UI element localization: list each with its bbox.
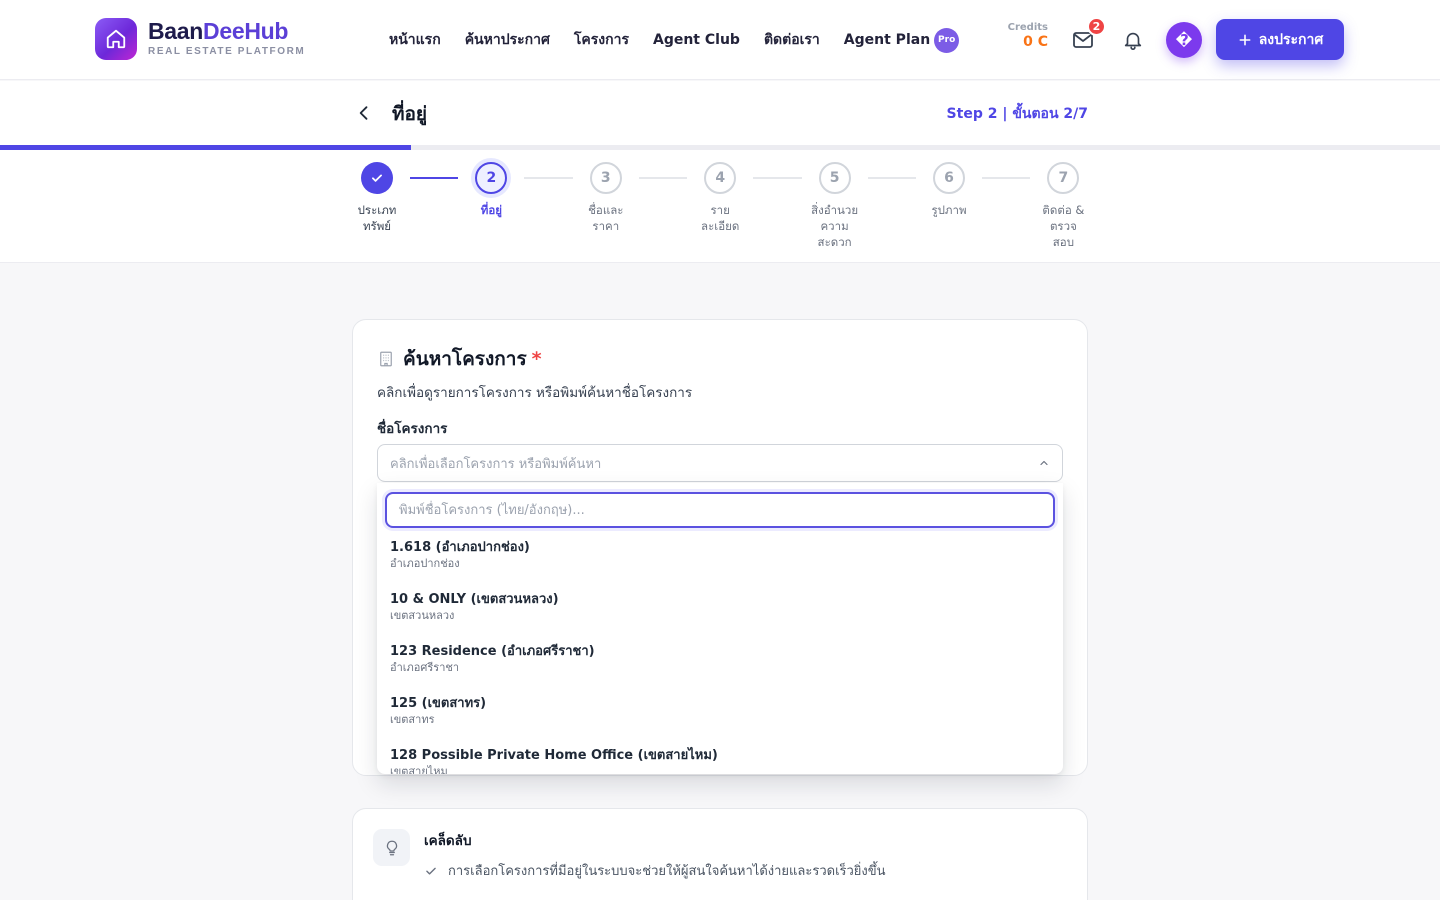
step-label: รูปภาพ — [931, 203, 967, 217]
step-circle — [361, 162, 393, 194]
post-listing-label: ลงประกาศ — [1258, 31, 1324, 48]
bell-icon — [1124, 32, 1142, 50]
project-option-district: เขตสายไหม — [390, 765, 448, 774]
step-number: 4 — [715, 170, 726, 186]
project-option[interactable]: 123 Residence (อำเภอศรีราชา) อำเภอศรีราชา — [377, 639, 1063, 691]
tips-card: เคล็ดลับ การเลือกโครงการที่มีอยู่ในระบบจ… — [352, 808, 1088, 900]
project-option[interactable]: 10 & ONLY (เขตสวนหลวง) เขตสวนหลวง — [377, 587, 1063, 639]
project-option-district: อำเภอปากช่อง — [390, 557, 460, 570]
brand-tagline: REAL ESTATE PLATFORM — [148, 46, 306, 57]
project-option[interactable]: 128 Possible Private Home Office (เขตสาย… — [377, 743, 1063, 774]
step-4[interactable]: 4 ราย ละเอียด — [680, 162, 760, 234]
project-name-label: ชื่อโครงการ — [377, 421, 448, 437]
nav-agent-club[interactable]: Agent Club — [653, 32, 740, 48]
card-title: ค้นหาโครงการ — [403, 348, 527, 370]
required-mark: * — [531, 348, 542, 370]
project-option-name: 125 (เขตสาทร) — [390, 696, 487, 711]
card-description: คลิกเพื่อดูรายการโครงการ หรือพิมพ์ค้นหาช… — [377, 385, 693, 401]
step-label: ประเภท ทรัพย์ — [357, 203, 397, 233]
check-icon — [372, 174, 382, 182]
chevron-up-icon — [1040, 460, 1048, 466]
logo[interactable] — [95, 18, 137, 60]
step-7[interactable]: 7 ติดต่อ & ตรวจ สอบ — [1023, 162, 1103, 250]
project-option-district: เขตสวนหลวง — [390, 609, 455, 622]
house-icon — [106, 29, 126, 49]
main-nav: หน้าแรก ค้นหาประกาศ โครงการ Agent Club ต… — [389, 26, 960, 54]
project-dropdown: 1.618 (อำเภอปากช่อง) อำเภอปากช่อง 10 & ONL… — [377, 483, 1063, 774]
nav-contact[interactable]: ติดต่อเรา — [764, 29, 820, 51]
nav-home[interactable]: หน้าแรก — [389, 29, 441, 51]
step-label: ที่อยู่ — [480, 203, 502, 217]
notifications-button[interactable] — [1117, 24, 1149, 56]
project-select[interactable]: คลิกเพื่อเลือกโครงการ หรือพิมพ์ค้นหา — [377, 444, 1063, 482]
step-6[interactable]: 6 รูปภาพ — [909, 162, 989, 218]
brand-name-part1: Baan — [148, 18, 204, 44]
project-select-placeholder: คลิกเพื่อเลือกโครงการ หรือพิมพ์ค้นหา — [390, 456, 602, 472]
brand[interactable]: BaanDeeHub REAL ESTATE PLATFORM — [148, 17, 305, 57]
nav-projects[interactable]: โครงการ — [574, 29, 629, 51]
building-icon — [380, 351, 392, 367]
project-option-name: 10 & ONLY (เขตสวนหลวง) — [390, 592, 559, 607]
project-option[interactable]: 1.618 (อำเภอปากช่อง) อำเภอปากช่อง — [377, 535, 1063, 587]
step-circle: 4 — [704, 162, 737, 194]
step-label: ชื่อและ ราคา — [588, 203, 624, 233]
tip-item: การเลือกโครงการที่มีอยู่ในระบบจะช่วยให้ผ… — [424, 860, 886, 881]
step-circle: 6 — [933, 162, 965, 194]
project-option-name: 128 Possible Private Home Office (เขตสาย… — [390, 748, 718, 763]
tips-title: เคล็ดลับ — [424, 833, 472, 849]
step-circle: 5 — [818, 162, 851, 194]
step-number: 3 — [600, 170, 611, 186]
nav-search-listings[interactable]: ค้นหาประกาศ — [465, 29, 550, 51]
step-header: ที่อยู่ Step 2 | ขั้นตอน 2/7 ประเภท ทรัพ… — [0, 81, 1440, 263]
credits-display[interactable]: Credits 0 C — [1000, 22, 1048, 50]
top-navbar: BaanDeeHub REAL ESTATE PLATFORM หน้าแรก … — [0, 0, 1440, 80]
step-circle: 2 — [475, 162, 508, 194]
card-heading: ค้นหาโครงการ * — [377, 344, 542, 374]
step-number: 5 — [829, 170, 840, 186]
project-option[interactable]: 125 (เขตสาทร) เขตสาทร — [377, 691, 1063, 743]
step-1[interactable]: ประเภท ทรัพย์ — [337, 162, 417, 234]
post-listing-button[interactable]: ลงประกาศ — [1216, 19, 1344, 60]
step-label: สิ่งอำนวย ความ สะดวก — [811, 203, 859, 249]
step-label: ติดต่อ & ตรวจ สอบ — [1042, 203, 1085, 249]
step-label: ราย ละเอียด — [701, 203, 740, 233]
step-circle: 7 — [1047, 162, 1080, 194]
nav-agent-plan-label: Agent Plan — [843, 32, 931, 48]
project-options-list[interactable]: 1.618 (อำเภอปากช่อง) อำเภอปากช่อง 10 & ONL… — [377, 535, 1063, 774]
project-option-district: อำเภอศรีราชา — [390, 661, 460, 674]
project-option-name: 123 Residence (อำเภอศรีราชา) — [390, 644, 595, 659]
project-search-input[interactable] — [385, 492, 1055, 528]
step-5[interactable]: 5 สิ่งอำนวย ความ สะดวก — [795, 162, 875, 250]
brand-name-part2: DeeHub — [203, 18, 289, 44]
step-number: 6 — [944, 170, 954, 186]
step-3[interactable]: 3 ชื่อและ ราคา — [566, 162, 646, 234]
plus-icon — [1239, 34, 1251, 45]
check-icon — [426, 867, 436, 875]
project-option-name: 1.618 (อำเภอปากช่อง) — [390, 540, 530, 555]
credits-value: 0 C — [1023, 34, 1048, 50]
credits-label: Credits — [1007, 22, 1048, 33]
project-option-district: เขตสาทร — [390, 713, 435, 726]
lightbulb-icon — [386, 840, 397, 855]
user-avatar[interactable]: � — [1166, 22, 1202, 58]
mail-badge: 2 — [1087, 17, 1106, 36]
step-circle: 3 — [589, 162, 622, 194]
step-number: 2 — [486, 170, 497, 186]
brand-name: BaanDeeHub — [148, 17, 305, 45]
tip-text: การเลือกโครงการที่มีอยู่ในระบบจะช่วยให้ผ… — [448, 864, 886, 879]
nav-agent-plan[interactable]: Agent Plan Pro — [843, 27, 960, 53]
stepper: ประเภท ทรัพย์ 2 ที่อยู่ 3 ชื่อและ ราคา 4 ราย ล… — [0, 81, 1440, 263]
step-number: 7 — [1058, 170, 1069, 186]
tips-icon-box — [373, 829, 410, 866]
pro-badge: Pro — [934, 27, 960, 53]
step-2[interactable]: 2 ที่อยู่ — [451, 162, 531, 218]
